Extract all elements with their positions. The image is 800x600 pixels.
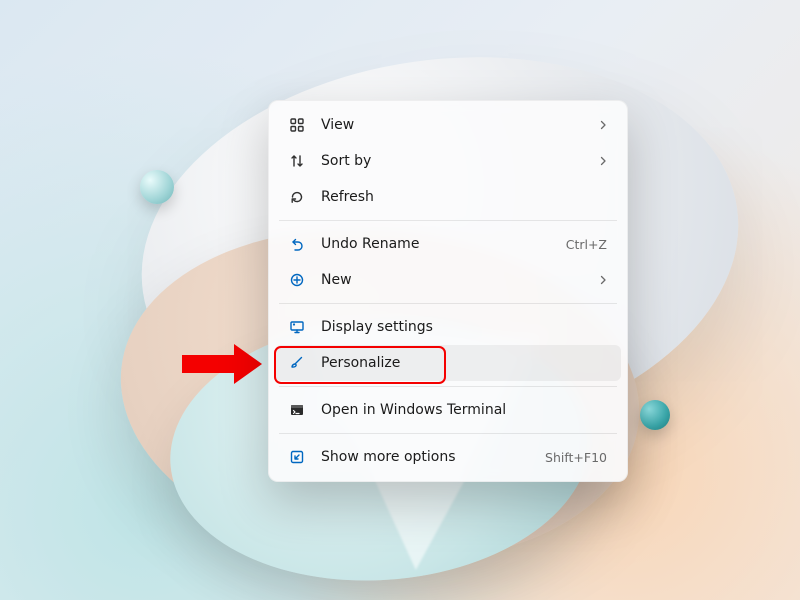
grid-icon xyxy=(287,117,307,133)
sort-icon xyxy=(287,153,307,169)
undo-icon xyxy=(287,236,307,252)
menu-item-label: Show more options xyxy=(321,449,545,465)
menu-item-label: Display settings xyxy=(321,319,609,335)
brush-icon xyxy=(287,355,307,371)
menu-item-view[interactable]: View xyxy=(275,107,621,143)
chevron-right-icon xyxy=(597,119,609,131)
chevron-right-icon xyxy=(597,155,609,167)
menu-item-refresh[interactable]: Refresh xyxy=(275,179,621,215)
menu-item-shortcut: Shift+F10 xyxy=(545,450,607,465)
refresh-icon xyxy=(287,189,307,205)
menu-item-terminal[interactable]: Open in Windows Terminal xyxy=(275,392,621,428)
menu-separator xyxy=(279,220,617,221)
menu-separator xyxy=(279,386,617,387)
menu-item-label: View xyxy=(321,117,597,133)
menu-item-personalize[interactable]: Personalize xyxy=(275,345,621,381)
desktop-context-menu: View Sort by Refresh Undo RenameCtrl+Z New Di… xyxy=(268,100,628,482)
wallpaper-shape xyxy=(140,170,174,204)
menu-item-label: Sort by xyxy=(321,153,597,169)
menu-item-moreopts[interactable]: Show more optionsShift+F10 xyxy=(275,439,621,475)
menu-separator xyxy=(279,433,617,434)
terminal-icon xyxy=(287,402,307,418)
more-icon xyxy=(287,449,307,465)
menu-item-sortby[interactable]: Sort by xyxy=(275,143,621,179)
menu-item-shortcut: Ctrl+Z xyxy=(566,237,607,252)
display-icon xyxy=(287,319,307,335)
menu-item-label: Undo Rename xyxy=(321,236,566,252)
menu-item-display[interactable]: Display settings xyxy=(275,309,621,345)
annotation-arrow xyxy=(182,344,262,384)
menu-item-label: Refresh xyxy=(321,189,609,205)
menu-item-label: Open in Windows Terminal xyxy=(321,402,609,418)
menu-item-new[interactable]: New xyxy=(275,262,621,298)
menu-item-label: New xyxy=(321,272,597,288)
plus-icon xyxy=(287,272,307,288)
menu-separator xyxy=(279,303,617,304)
chevron-right-icon xyxy=(597,274,609,286)
menu-item-label: Personalize xyxy=(321,355,609,371)
menu-item-undo[interactable]: Undo RenameCtrl+Z xyxy=(275,226,621,262)
wallpaper-shape xyxy=(640,400,670,430)
